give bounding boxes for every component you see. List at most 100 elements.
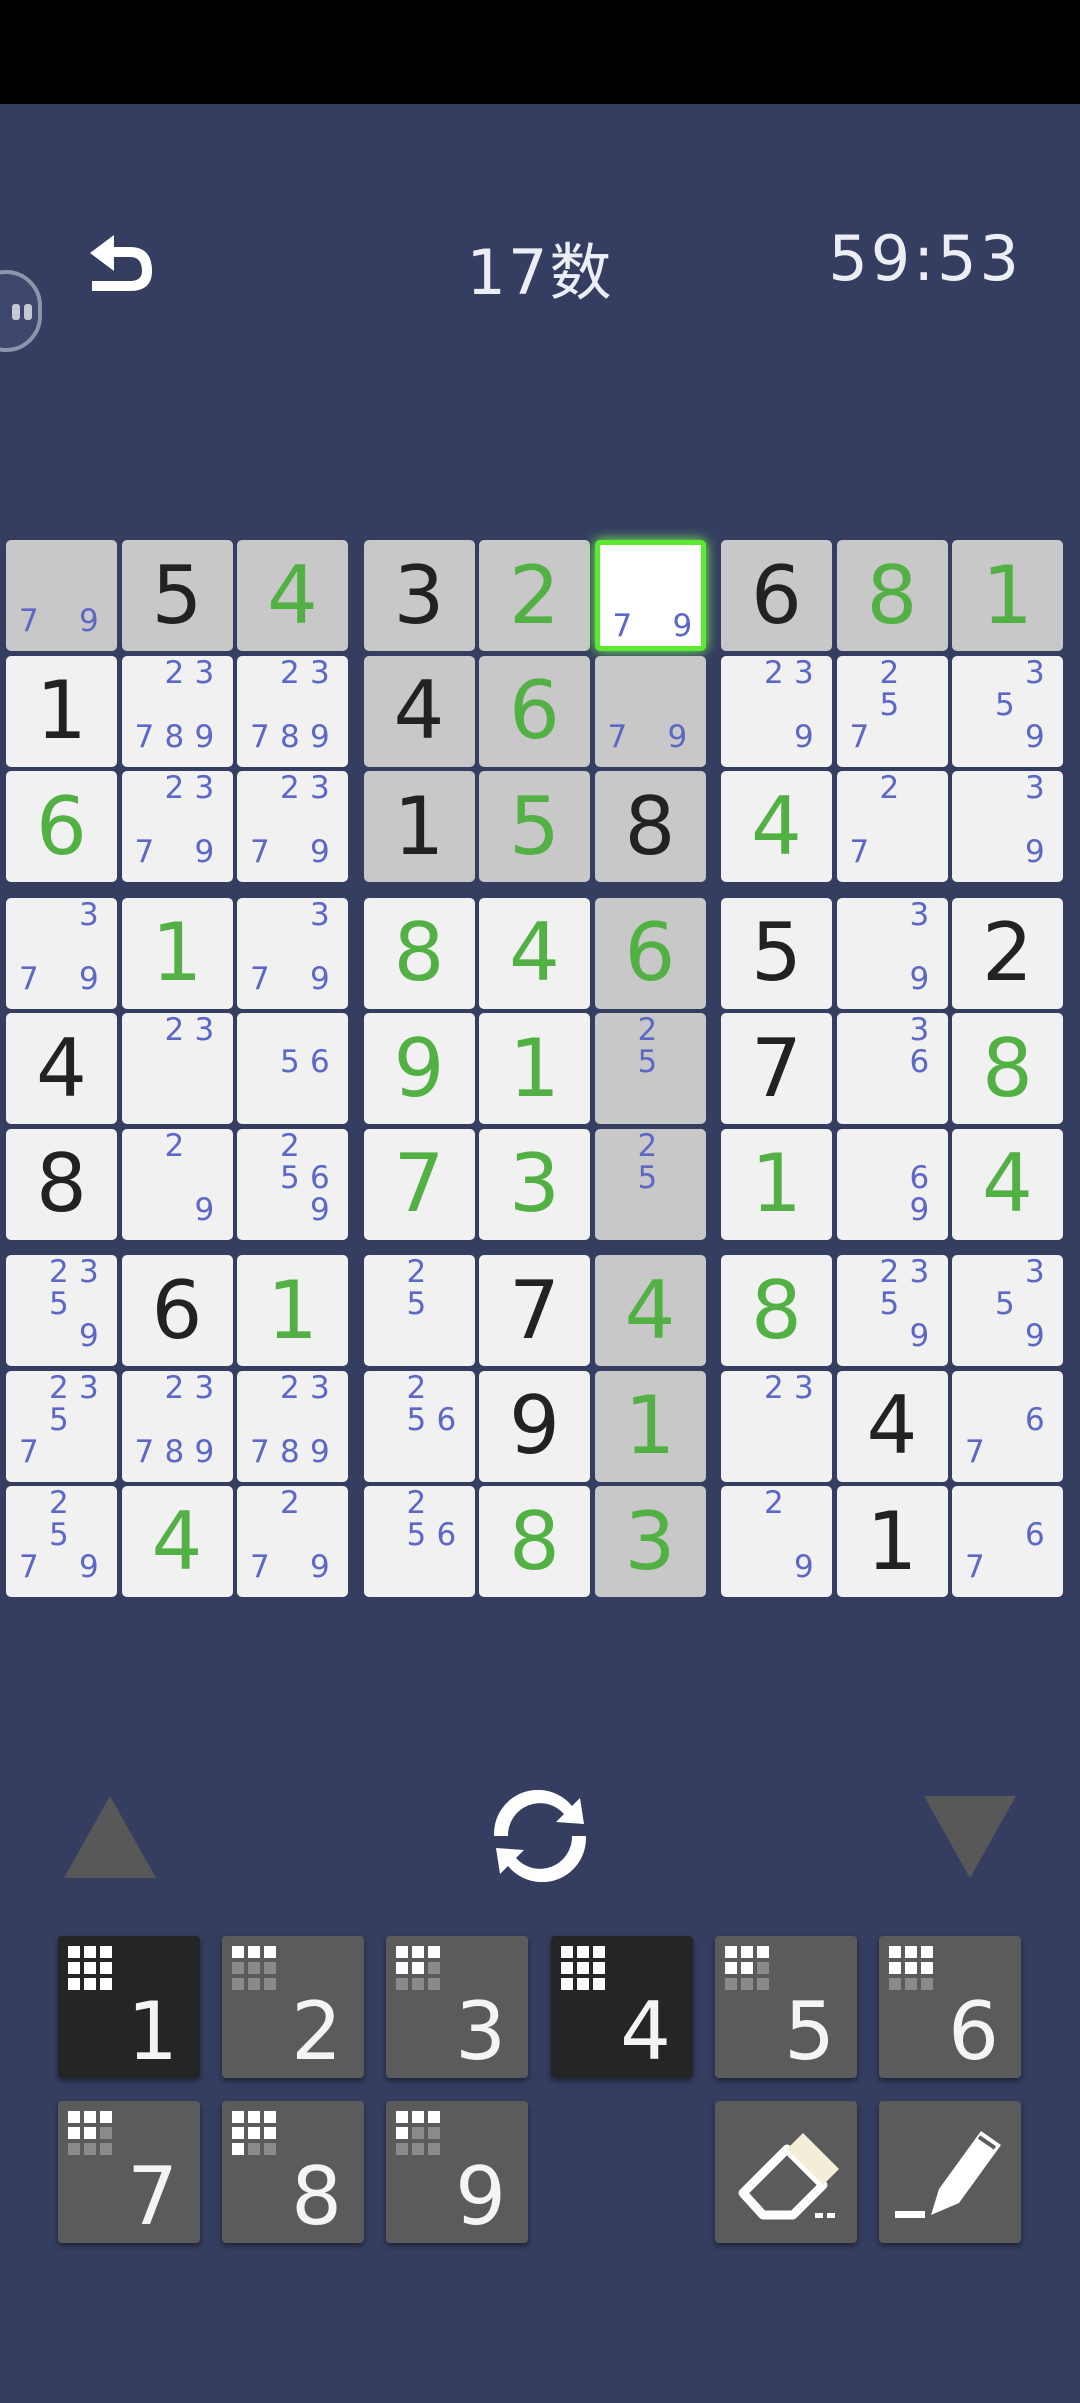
cell-r3c1[interactable]: 6: [6, 771, 117, 882]
cell-r3c4[interactable]: 1: [363, 771, 475, 882]
candidate-5: 5: [49, 1517, 69, 1553]
cell-r5c9[interactable]: 8: [952, 1013, 1063, 1124]
cell-r1c1[interactable]: 79: [6, 540, 117, 651]
cell-r1c2[interactable]: 5: [121, 540, 233, 651]
cell-r6c9[interactable]: 4: [952, 1128, 1063, 1240]
triangle-up-icon[interactable]: [60, 1792, 160, 1882]
cell-r5c5[interactable]: 1: [479, 1013, 590, 1124]
cell-r2c8[interactable]: 257: [836, 655, 948, 767]
refresh-cycle-icon[interactable]: [486, 1790, 594, 1882]
cell-r9c8[interactable]: 1: [836, 1486, 948, 1597]
cell-r7c3[interactable]: 1: [237, 1255, 348, 1366]
remaining-dot: [264, 1978, 276, 1990]
cell-r4c9[interactable]: 2: [952, 897, 1063, 1009]
cell-r6c3[interactable]: 2569: [237, 1128, 348, 1240]
remaining-dot: [905, 1978, 917, 1990]
cell-r4c1[interactable]: 3 7 9: [6, 897, 117, 1009]
cell-r1c3[interactable]: 4: [237, 540, 348, 651]
cell-r3c5[interactable]: 5: [479, 771, 590, 882]
cell-value: 5: [509, 779, 560, 873]
cell-r1c5[interactable]: 2: [479, 540, 590, 651]
cell-r9c1[interactable]: 257 9: [6, 1486, 117, 1597]
cell-r8c7[interactable]: 23: [721, 1370, 832, 1482]
cell-r7c1[interactable]: 2359: [6, 1255, 117, 1366]
cell-r7c4[interactable]: 25: [363, 1255, 475, 1366]
number-button-5[interactable]: 5: [715, 1936, 857, 2078]
cell-r4c6[interactable]: 6: [594, 897, 706, 1009]
eraser-button[interactable]: [715, 2101, 857, 2243]
triangle-down-icon[interactable]: [920, 1792, 1020, 1882]
cell-r5c4[interactable]: 9: [363, 1013, 475, 1124]
cell-r2c7[interactable]: 23 9: [721, 655, 832, 767]
cell-r2c6[interactable]: 79: [594, 655, 706, 767]
cell-r1c9[interactable]: 1: [952, 540, 1063, 651]
cell-r1c7[interactable]: 6: [721, 540, 832, 651]
cell-r9c2[interactable]: 4: [121, 1486, 233, 1597]
remaining-dot: [68, 1962, 80, 1974]
cell-r6c6[interactable]: 25: [594, 1128, 706, 1240]
cell-r8c6[interactable]: 1: [594, 1370, 706, 1482]
cell-r9c4[interactable]: 256: [363, 1486, 475, 1597]
cell-r8c4[interactable]: 256: [363, 1370, 475, 1482]
cell-r6c8[interactable]: 69: [836, 1128, 948, 1240]
cell-r7c2[interactable]: 6: [121, 1255, 233, 1366]
cell-r6c2[interactable]: 29: [121, 1128, 233, 1240]
cell-r8c3[interactable]: 23 789: [237, 1370, 348, 1482]
cell-r4c3[interactable]: 3 7 9: [237, 897, 348, 1009]
number-button-7[interactable]: 7: [58, 2101, 200, 2243]
cell-r2c4[interactable]: 4: [363, 655, 475, 767]
cell-r7c7[interactable]: 8: [721, 1255, 832, 1366]
number-button-2[interactable]: 2: [222, 1936, 364, 2078]
cell-r5c8[interactable]: 36: [836, 1013, 948, 1124]
number-button-4[interactable]: 4: [551, 1936, 693, 2078]
cell-r1c8[interactable]: 8: [836, 540, 948, 651]
cell-r8c2[interactable]: 23 789: [121, 1370, 233, 1482]
cell-r8c9[interactable]: 67: [952, 1370, 1063, 1482]
cell-r3c7[interactable]: 4: [721, 771, 832, 882]
cell-r4c8[interactable]: 39: [836, 897, 948, 1009]
cell-r3c6[interactable]: 8: [594, 771, 706, 882]
cell-r7c9[interactable]: 359: [952, 1255, 1063, 1366]
cell-r2c1[interactable]: 1: [6, 655, 117, 767]
cell-r3c3[interactable]: 23 7 9: [237, 771, 348, 882]
cell-r5c1[interactable]: 4: [6, 1013, 117, 1124]
cell-r8c1[interactable]: 2357: [6, 1370, 117, 1482]
number-button-8[interactable]: 8: [222, 2101, 364, 2243]
cell-r6c1[interactable]: 8: [6, 1128, 117, 1240]
cell-r9c6[interactable]: 3: [594, 1486, 706, 1597]
cell-r3c2[interactable]: 23 7 9: [121, 771, 233, 882]
cell-r9c5[interactable]: 8: [479, 1486, 590, 1597]
cell-r9c9[interactable]: 67: [952, 1486, 1063, 1597]
cell-r3c9[interactable]: 39: [952, 771, 1063, 882]
number-button-9[interactable]: 9: [386, 2101, 528, 2243]
cell-r4c7[interactable]: 5: [721, 897, 832, 1009]
cell-r3c8[interactable]: 27: [836, 771, 948, 882]
cell-r2c3[interactable]: 23 789: [237, 655, 348, 767]
cell-r9c7[interactable]: 29: [721, 1486, 832, 1597]
cell-r7c8[interactable]: 2359: [836, 1255, 948, 1366]
cell-r8c5[interactable]: 9: [479, 1370, 590, 1482]
pencil-button[interactable]: [879, 2101, 1021, 2243]
cell-r5c6[interactable]: 25: [594, 1013, 706, 1124]
cell-r4c5[interactable]: 4: [479, 897, 590, 1009]
number-button-3[interactable]: 3: [386, 1936, 528, 2078]
cell-r2c9[interactable]: 359: [952, 655, 1063, 767]
cell-r7c6[interactable]: 4: [594, 1255, 706, 1366]
cell-r7c5[interactable]: 7: [479, 1255, 590, 1366]
cell-r9c3[interactable]: 27 9: [237, 1486, 348, 1597]
cell-r5c2[interactable]: 23: [121, 1013, 233, 1124]
cell-r6c4[interactable]: 7: [363, 1128, 475, 1240]
cell-r1c4[interactable]: 3: [363, 540, 475, 651]
number-button-1[interactable]: 1: [58, 1936, 200, 2078]
cell-r4c2[interactable]: 1: [121, 897, 233, 1009]
cell-r5c7[interactable]: 7: [721, 1013, 832, 1124]
cell-r2c5[interactable]: 6: [479, 655, 590, 767]
cell-r4c4[interactable]: 8: [363, 897, 475, 1009]
cell-r6c5[interactable]: 3: [479, 1128, 590, 1240]
cell-r6c7[interactable]: 1: [721, 1128, 832, 1240]
cell-r1c6[interactable]: 79: [594, 540, 706, 651]
number-button-6[interactable]: 6: [879, 1936, 1021, 2078]
cell-r5c3[interactable]: 56: [237, 1013, 348, 1124]
cell-r2c2[interactable]: 23 789: [121, 655, 233, 767]
cell-r8c8[interactable]: 4: [836, 1370, 948, 1482]
